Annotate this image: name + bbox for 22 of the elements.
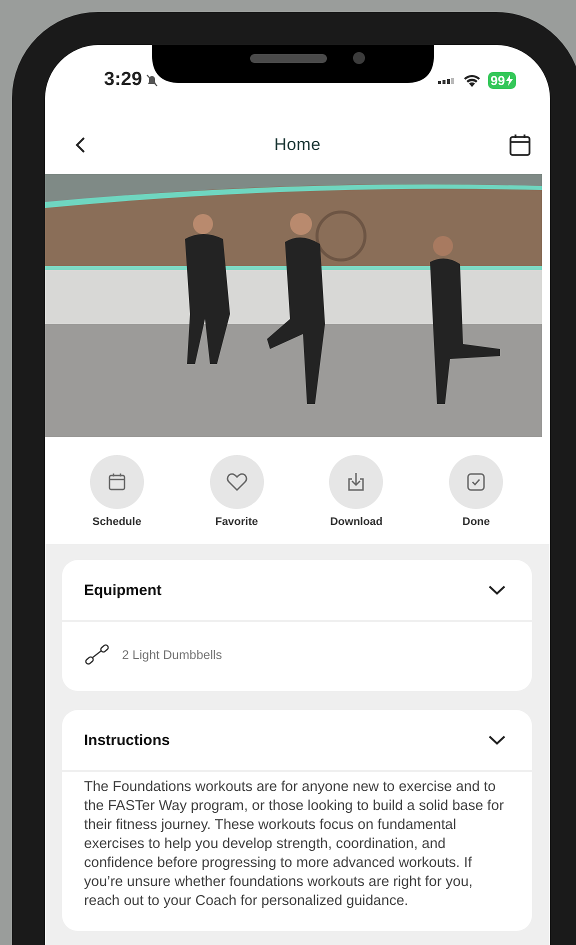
calendar-button[interactable] (508, 132, 532, 156)
bell-slash-icon (145, 73, 160, 87)
section-title: Equipment (84, 582, 162, 598)
bolt-icon (506, 74, 513, 86)
expand-button[interactable] (488, 735, 506, 745)
checkbox-icon (466, 472, 486, 492)
instructions-text: The Foundations workouts are for anyone new to exercise and to the FASTer Way program, or those looking to build a solid base for their fitness journey. These workouts focus on fundamental exercises to help you develop strength, coordination, and confidence before progressing to more advanced workouts. If you’re unsure whether foundations workouts are right for you, reach out to your Coach for personalized guidance. (83, 778, 505, 911)
page-title: Home (273, 134, 322, 154)
action-button[interactable]: Favorite (192, 455, 282, 528)
section-title: Instructions (84, 732, 170, 748)
status-time: 3:29 (104, 69, 142, 91)
expand-button[interactable] (488, 585, 506, 595)
heart-icon (226, 472, 248, 492)
wifi-icon (462, 72, 482, 88)
action-button[interactable]: Download (311, 455, 402, 528)
signal-icon (438, 76, 454, 84)
back-button[interactable] (75, 136, 87, 154)
battery-indicator: 99 (488, 72, 516, 88)
action-button[interactable]: Schedule (72, 455, 162, 528)
equipment-item: 2 Light Dumbbells (122, 648, 222, 662)
action-button[interactable]: Done (431, 455, 522, 528)
calendar-icon (106, 472, 127, 492)
